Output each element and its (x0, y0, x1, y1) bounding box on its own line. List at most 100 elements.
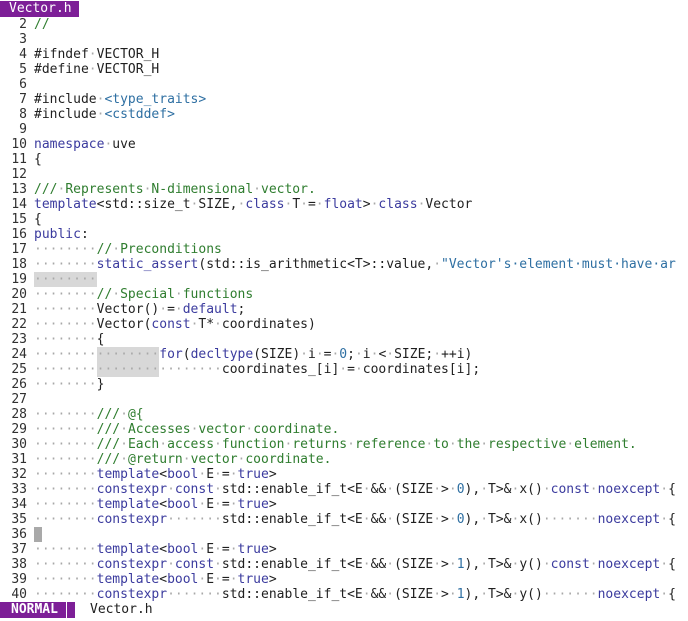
line-number: 26 (11, 377, 27, 392)
line-text: ········{ (34, 332, 105, 347)
line-number: 4 (19, 47, 27, 62)
line-number: 40 (11, 587, 27, 602)
code-line[interactable]: 25 ························coordinates_[i… (0, 362, 688, 377)
code-line[interactable]: 37 ········template<bool·E·=·true> (0, 542, 688, 557)
code-line[interactable]: 22 ········Vector(const·T*·coordinates) (0, 317, 688, 332)
line-text: template<std::size_t·SIZE,·class·T·=·flo… (34, 197, 473, 212)
code-line[interactable]: 24 ················for(decltype(SIZE)·i·=… (0, 347, 688, 362)
code-line[interactable]: 35 ········constexpr·······std::enable_if… (0, 512, 688, 527)
line-number: 34 (11, 497, 27, 512)
code-line[interactable]: 14 template<std::size_t·SIZE,·class·T·=·f… (0, 197, 688, 212)
line-text: namespace·uve (34, 137, 136, 152)
code-line[interactable]: 26 ········} (0, 377, 688, 392)
line-number: 10 (11, 137, 27, 152)
code-line[interactable]: 5 #define·VECTOR_H (0, 62, 688, 77)
line-number: 29 (11, 422, 27, 437)
code-line[interactable]: 4 #ifndef·VECTOR_H (0, 47, 688, 62)
line-text: ········Vector(const·T*·coordinates) (34, 317, 316, 332)
line-number: 33 (11, 482, 27, 497)
line-text: ················for(decltype(SIZE)·i·=·0… (34, 347, 473, 362)
line-number: 37 (11, 542, 27, 557)
tab-vector-h[interactable]: Vector.h (0, 1, 79, 17)
code-line[interactable]: 11 { (0, 152, 688, 167)
line-text: #include·<type_traits> (34, 92, 207, 107)
line-number: 9 (19, 122, 27, 137)
line-number: 19 (11, 272, 27, 287)
code-line[interactable]: 21 ········Vector()·=·default; (0, 302, 688, 317)
line-text: ········constexpr·const·std::enable_if_t… (34, 482, 676, 497)
line-number: 27 (11, 392, 27, 407)
code-line[interactable]: 20 ········//·Special·functions (0, 287, 688, 302)
code-line[interactable]: 23 ········{ (0, 332, 688, 347)
line-text: ········template<bool·E·=·true> (34, 572, 277, 587)
code-line[interactable]: 28 ········///·@{ (0, 407, 688, 422)
code-line[interactable]: 19 ········ (0, 272, 688, 287)
line-number: 8 (19, 107, 27, 122)
code-line[interactable]: 38 ········constexpr·const·std::enable_if… (0, 557, 688, 572)
line-text: ········constexpr·const·std::enable_if_t… (34, 557, 676, 572)
code-line[interactable]: 9 (0, 122, 688, 137)
line-text: { (34, 152, 42, 167)
line-number: 22 (11, 317, 27, 332)
mode-indicator: NORMAL (0, 602, 66, 618)
code-line[interactable]: 10 namespace·uve (0, 137, 688, 152)
line-number: 24 (11, 347, 27, 362)
line-number: 7 (19, 92, 27, 107)
status-filename: Vector.h (90, 602, 153, 617)
code-line[interactable]: 34 ········template<bool·E·=·true> (0, 497, 688, 512)
statusline: NORMAL Vector.h (0, 602, 688, 618)
line-text: #define·VECTOR_H (34, 62, 160, 77)
code-line[interactable]: 8 #include·<cstddef> (0, 107, 688, 122)
code-line[interactable]: 27 (0, 392, 688, 407)
line-number: 2 (19, 17, 27, 32)
code-line[interactable]: 7 #include·<type_traits> (0, 92, 688, 107)
line-number: 5 (19, 62, 27, 77)
code-line[interactable]: 13 ///·Represents·N-dimensional·vector. (0, 182, 688, 197)
code-line[interactable]: 12 (0, 167, 688, 182)
line-number: 35 (11, 512, 27, 527)
code-line[interactable]: 32 ········template<bool·E·=·true> (0, 467, 688, 482)
text-cursor (34, 527, 42, 542)
code-line[interactable]: 33 ········constexpr·const·std::enable_if… (0, 482, 688, 497)
code-line[interactable]: 15 { (0, 212, 688, 227)
code-line[interactable]: 36 (0, 527, 688, 542)
code-line[interactable]: 40 ········constexpr·······std::enable_if… (0, 587, 688, 602)
line-number: 18 (11, 257, 27, 272)
line-number: 15 (11, 212, 27, 227)
code-line[interactable]: 6 (0, 77, 688, 92)
line-number: 3 (19, 32, 27, 47)
line-number: 13 (11, 182, 27, 197)
line-text: ········template<bool·E·=·true> (34, 467, 277, 482)
line-text: ········ (34, 272, 97, 287)
line-number: 16 (11, 227, 27, 242)
line-text: ········constexpr·······std::enable_if_t… (34, 512, 676, 527)
line-number: 32 (11, 467, 27, 482)
code-line[interactable]: 17 ········//·Preconditions (0, 242, 688, 257)
line-text: ········static_assert(std::is_arithmetic… (34, 257, 676, 272)
code-line[interactable]: 30 ········///·Each·access·function·retur… (0, 437, 688, 452)
code-line[interactable]: 18 ········static_assert(std::is_arithmet… (0, 257, 688, 272)
code-line[interactable]: 3 (0, 32, 688, 47)
line-number: 6 (19, 77, 27, 92)
line-number: 39 (11, 572, 27, 587)
line-text: ········} (34, 377, 105, 392)
line-text: public: (34, 227, 89, 242)
line-number: 31 (11, 452, 27, 467)
code-line[interactable]: 2 // (0, 17, 688, 32)
line-text: #ifndef·VECTOR_H (34, 47, 160, 62)
line-number: 28 (11, 407, 27, 422)
code-line[interactable]: 39 ········template<bool·E·=·true> (0, 572, 688, 587)
line-text: ········///·Accesses·vector·coordinate. (34, 422, 340, 437)
line-text: // (34, 17, 50, 32)
line-number: 38 (11, 557, 27, 572)
code-line[interactable]: 31 ········///·@return·vector·coordinate. (0, 452, 688, 467)
editor-buffer[interactable]: 2 // 3 4 #ifndef·VECTOR_H 5 #define·VECTOR_H 6 7… (0, 17, 688, 602)
code-line[interactable]: 29 ········///·Accesses·vector·coordinate… (0, 422, 688, 437)
line-text: ········///·@return·vector·coordinate. (34, 452, 332, 467)
line-number: 25 (11, 362, 27, 377)
line-number: 30 (11, 437, 27, 452)
line-text: ········///·Each·access·function·returns… (34, 437, 637, 452)
line-text: ········template<bool·E·=·true> (34, 542, 277, 557)
code-line[interactable]: 16 public: (0, 227, 688, 242)
tabline: Vector.h (0, 0, 688, 17)
